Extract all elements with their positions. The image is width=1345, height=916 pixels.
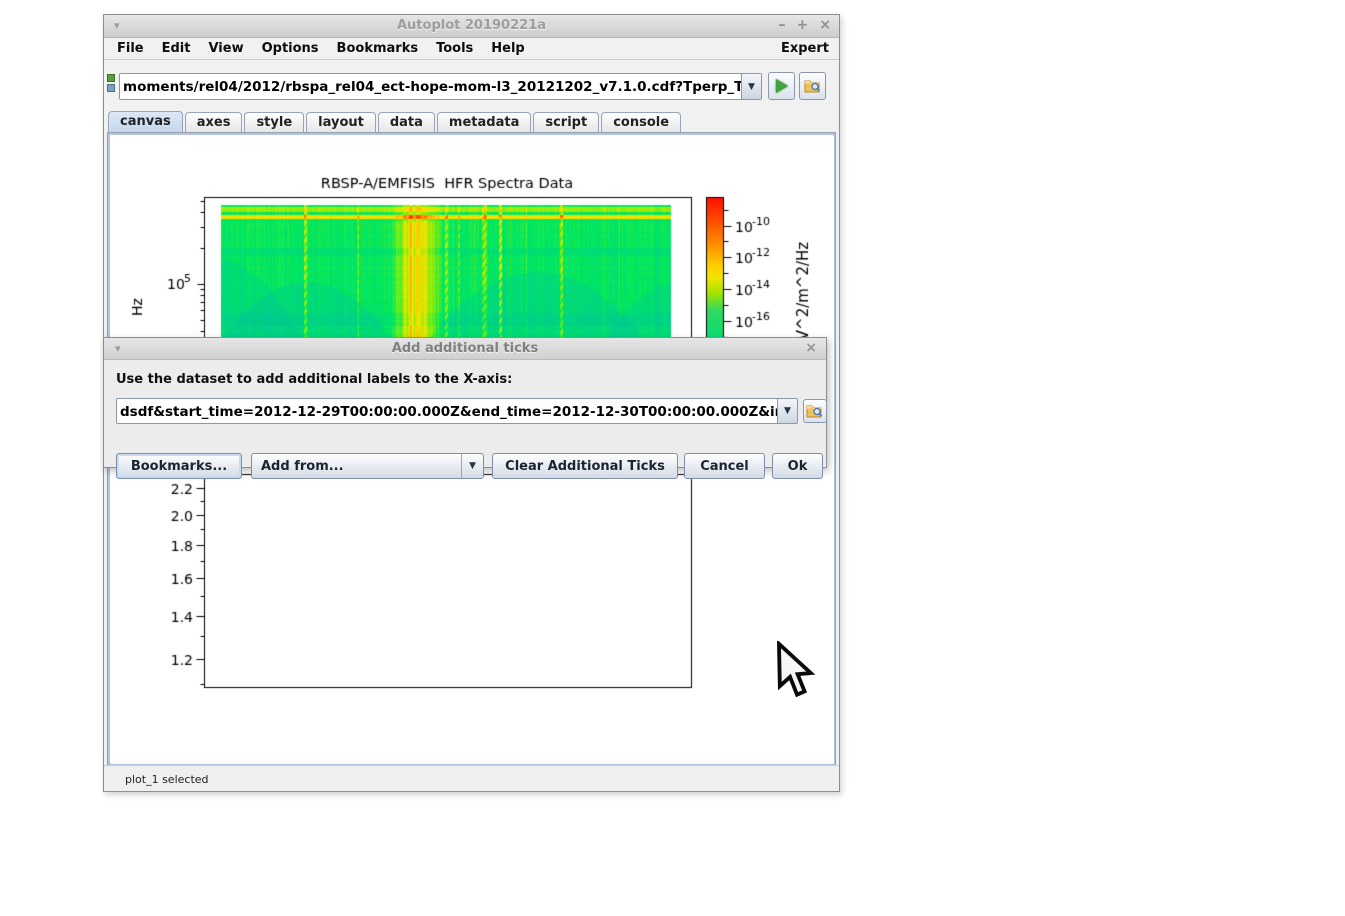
dialog-titlebar: ▾ Add additional ticks × xyxy=(104,338,826,360)
tab-canvas[interactable]: canvas xyxy=(108,111,183,132)
datasource-type-icon xyxy=(107,74,117,92)
tab-script[interactable]: script xyxy=(533,112,599,132)
datasource-green-square-icon xyxy=(107,74,115,82)
dialog-title: Add additional ticks xyxy=(104,341,826,356)
tabstrip: canvas axes style layout data metadata s… xyxy=(104,110,839,132)
play-icon xyxy=(776,79,788,93)
add-from-dropdown[interactable]: Add from... ▼ xyxy=(251,453,484,479)
menu-expert[interactable]: Expert xyxy=(781,41,829,56)
status-text: plot_1 selected xyxy=(125,773,209,786)
ticks-dataset-combo: dsdf&start_time=2012-12-29T00:00:00.000Z… xyxy=(116,398,798,424)
minimize-button[interactable]: – xyxy=(779,17,786,33)
menu-tools[interactable]: Tools xyxy=(427,39,482,58)
chevron-down-icon: ▼ xyxy=(748,82,755,92)
tab-metadata[interactable]: metadata xyxy=(437,112,531,132)
ticks-browse-button[interactable] xyxy=(803,399,827,423)
chevron-down-icon: ▼ xyxy=(461,454,483,478)
bookmarks-button[interactable]: Bookmarks... xyxy=(116,453,242,479)
dialog-instruction: Use the dataset to add additional labels… xyxy=(116,372,512,387)
menubar: File Edit View Options Bookmarks Tools H… xyxy=(104,38,839,60)
go-button[interactable] xyxy=(768,72,795,100)
add-additional-ticks-dialog: ▾ Add additional ticks × Use the dataset… xyxy=(103,337,827,468)
tab-layout[interactable]: layout xyxy=(306,112,376,132)
mouse-cursor-icon xyxy=(776,641,816,703)
address-dropdown-button[interactable]: ▼ xyxy=(741,74,761,99)
browse-button[interactable] xyxy=(799,72,826,100)
folder-magnifier-icon xyxy=(806,403,824,419)
dialog-body: Use the dataset to add additional labels… xyxy=(104,360,826,467)
address-input[interactable]: moments/rel04/2012/rbspa_rel04_ect-hope-… xyxy=(120,74,741,99)
tab-axes[interactable]: axes xyxy=(185,112,243,132)
chevron-down-icon: ▼ xyxy=(784,406,791,416)
cancel-button[interactable]: Cancel xyxy=(684,453,765,479)
toolbar: moments/rel04/2012/rbspa_rel04_ect-hope-… xyxy=(104,60,839,110)
datasource-blue-square-icon xyxy=(107,84,115,92)
tab-data[interactable]: data xyxy=(378,112,435,132)
add-from-label: Add from... xyxy=(252,459,461,474)
menu-view[interactable]: View xyxy=(199,39,252,58)
address-combo: moments/rel04/2012/rbspa_rel04_ect-hope-… xyxy=(119,73,762,100)
maximize-button[interactable]: + xyxy=(797,17,809,33)
menu-options[interactable]: Options xyxy=(253,39,328,58)
statusbar: plot_1 selected xyxy=(104,765,839,791)
dialog-close-button[interactable]: × xyxy=(805,340,817,356)
tab-style[interactable]: style xyxy=(244,112,304,132)
tab-console[interactable]: console xyxy=(601,112,681,132)
menu-help[interactable]: Help xyxy=(482,39,533,58)
ticks-dataset-input[interactable]: dsdf&start_time=2012-12-29T00:00:00.000Z… xyxy=(117,399,777,423)
window-titlebar: ▾ Autoplot 20190221a – + × xyxy=(104,15,839,38)
menu-bookmarks[interactable]: Bookmarks xyxy=(328,39,428,58)
close-button[interactable]: × xyxy=(819,17,831,33)
menu-edit[interactable]: Edit xyxy=(153,39,200,58)
menu-file[interactable]: File xyxy=(108,39,153,58)
ticks-dataset-dropdown-button[interactable]: ▼ xyxy=(777,399,797,423)
window-title: Autoplot 20190221a xyxy=(104,18,839,33)
folder-magnifier-icon xyxy=(804,78,822,94)
clear-additional-ticks-button[interactable]: Clear Additional Ticks xyxy=(492,453,678,479)
ok-button[interactable]: Ok xyxy=(772,453,823,479)
